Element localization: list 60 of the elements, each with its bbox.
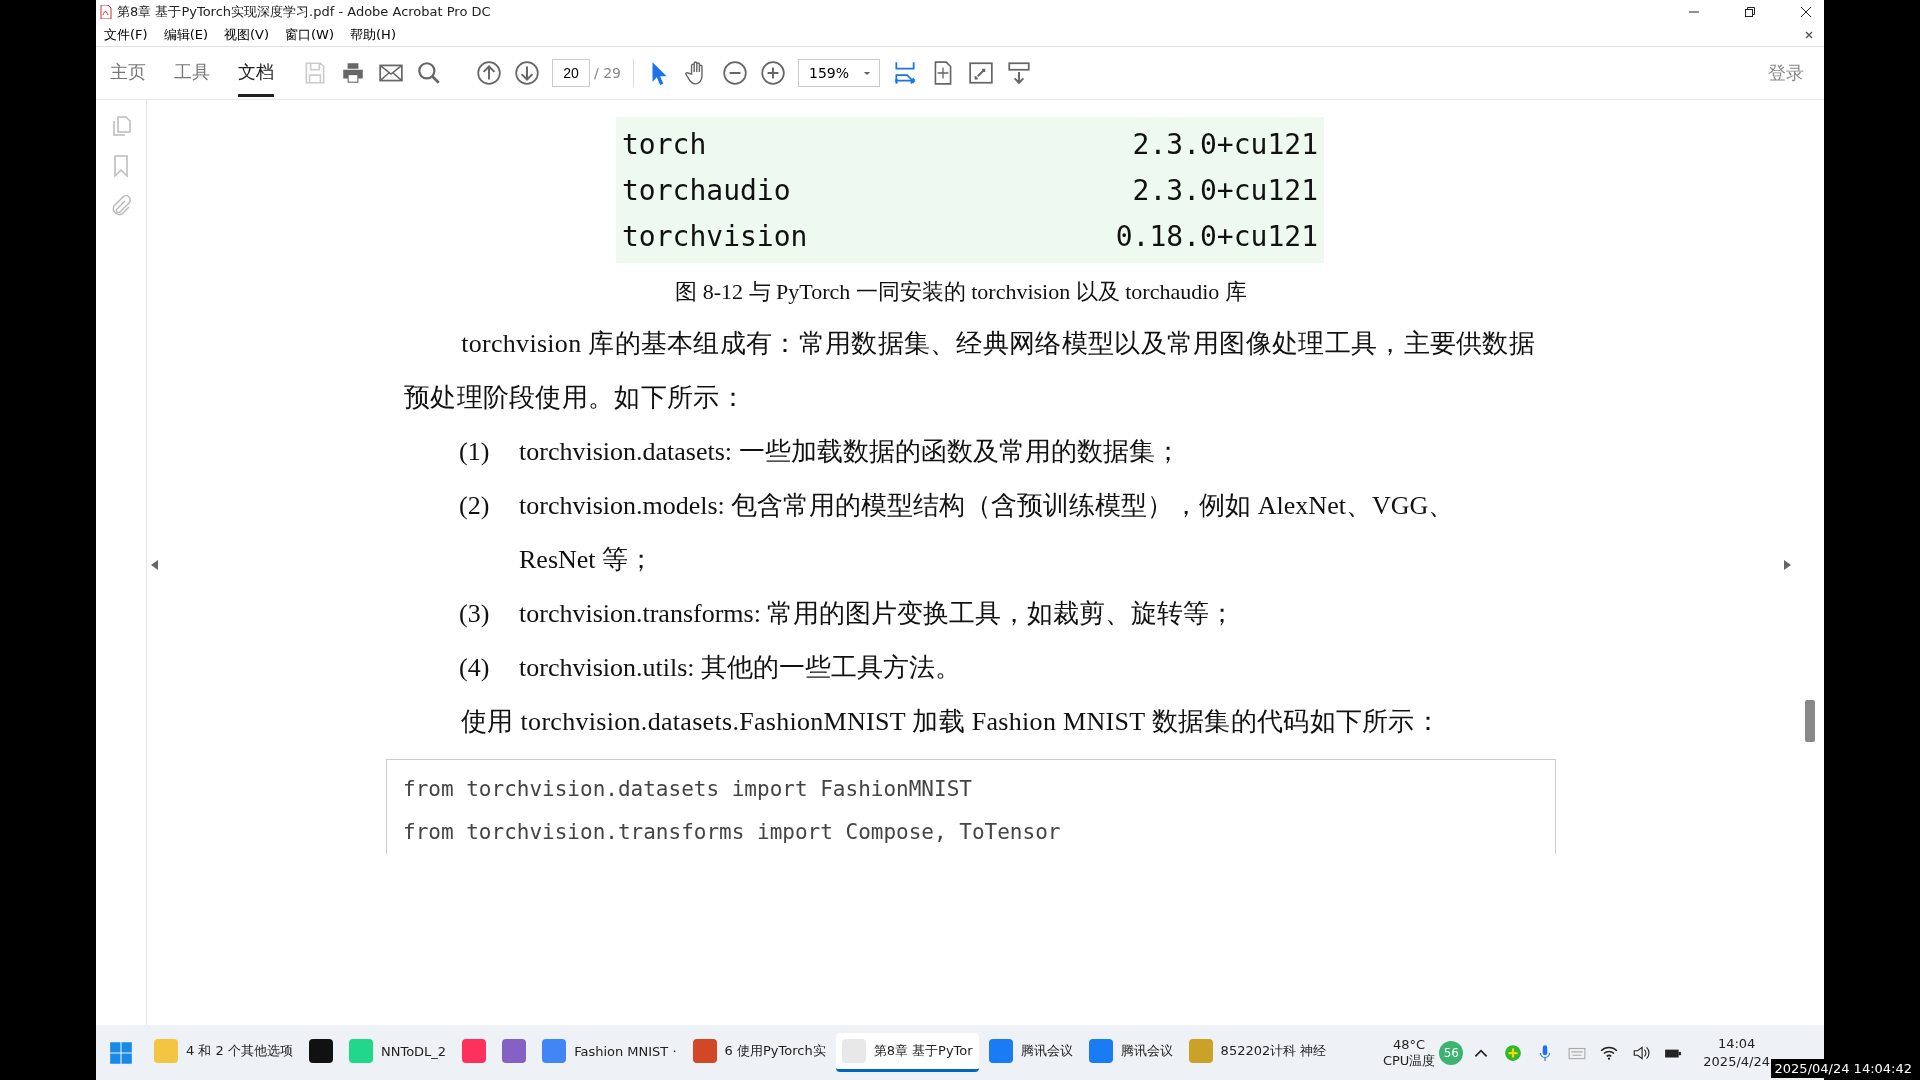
menu-item[interactable]: 编辑(E) (163, 26, 208, 44)
collapse-left-icon[interactable] (151, 560, 159, 570)
menu-item[interactable]: 视图(V) (224, 26, 270, 44)
package-version: 2.3.0+cu121 (1132, 173, 1318, 207)
clock-time[interactable]: 14:04 (1717, 1034, 1756, 1053)
close-icon[interactable] (1804, 30, 1814, 40)
taskbar-item[interactable]: Fashion MNIST · (536, 1033, 683, 1072)
full-screen-icon[interactable] (968, 60, 994, 86)
taskbar-item[interactable]: 第8章 基于PyTor (835, 1033, 979, 1072)
close-icon[interactable] (1800, 6, 1812, 18)
download-icon[interactable] (1006, 60, 1032, 86)
list-number: (1) (459, 436, 491, 468)
list-text: torchvision.datasets: 一些加载数据的函数及常用的数据集； (519, 436, 1182, 468)
package-name: torchaudio (622, 173, 791, 207)
menu-item[interactable]: 窗口(W) (285, 26, 335, 44)
search-icon[interactable] (416, 60, 442, 86)
page-count: / 29 (594, 65, 621, 81)
zoom-in-icon[interactable] (760, 60, 786, 86)
package-name: torchvision (622, 219, 808, 253)
code-line: from torchvision.transforms import Compose, ToTensor (403, 819, 1062, 846)
windows-start-icon[interactable] (108, 1039, 134, 1066)
fit-width-icon[interactable] (892, 60, 918, 86)
taskbar-item[interactable]: 6 使用PyTorch实 (686, 1033, 832, 1072)
zoom-dropdown[interactable]: 159% (798, 59, 880, 87)
body-paragraph: 使用 torchvision.datasets.FashionMNIST 加载 Fashion MNIST 数据集的代码如下所示： (460, 706, 1442, 738)
package-name: torch (622, 127, 707, 161)
speaker-icon[interactable] (1632, 1043, 1651, 1062)
figure-caption: 图 8-12 与 PyTorch 一同安装的 torchvision 以及 torchaudio 库 (674, 278, 1248, 306)
list-number: (4) (459, 652, 491, 684)
pdf-file-icon (100, 5, 112, 19)
menu-item[interactable]: 文件(F) (104, 26, 148, 44)
collapse-right-icon[interactable] (1783, 560, 1791, 570)
menu-item[interactable]: 帮助(H) (350, 26, 396, 44)
package-version: 0.18.0+cu121 (1115, 219, 1318, 253)
login-button[interactable]: 登录 (1762, 60, 1810, 86)
page-number-field[interactable]: 20 (552, 59, 590, 87)
list-number: (3) (459, 598, 491, 630)
taskbar-item[interactable]: 腾讯会议 (1082, 1033, 1179, 1072)
temperature: 48°C (1393, 1036, 1426, 1053)
code-line: from torchvision.datasets import FashionMNIST (403, 776, 973, 803)
list-text: torchvision.utils: 其他的一些工具方法。 (519, 652, 962, 684)
taskbar-item[interactable]: 4 和 2 个其他选项 (148, 1033, 299, 1072)
caret-icon[interactable] (863, 70, 871, 76)
list-text: torchvision.transforms: 常用的图片变换工具，如裁剪、旋转等； (519, 598, 1237, 630)
toolbar-tab[interactable]: 主页 (110, 49, 146, 97)
list-number: (2) (459, 490, 491, 522)
window-title: 第8章 基于PyTorch实现深度学习.pdf - Adobe Acrobat Pro DC (117, 3, 491, 21)
zoom-out-icon[interactable] (722, 60, 748, 86)
toolbar-tab[interactable]: 文档 (238, 49, 274, 97)
toolbar-tab[interactable]: 工具 (174, 49, 210, 97)
printer-icon[interactable] (340, 60, 366, 86)
clock-date[interactable]: 2025/4/24 (1703, 1052, 1770, 1071)
temperature-label: CPU温度 (1382, 1052, 1436, 1069)
taskbar-item[interactable]: 腾讯会议 (982, 1033, 1079, 1072)
temperature-badge: 56 (1439, 1040, 1464, 1065)
package-version: 2.3.0+cu121 (1132, 127, 1318, 161)
scrollbar-thumb[interactable] (1805, 700, 1815, 742)
taskbar-item[interactable]: NNToDL_2 (342, 1033, 453, 1072)
restore-icon[interactable] (1744, 6, 1756, 18)
taskbar-item[interactable]: 852202计科 神经 (1182, 1033, 1333, 1072)
